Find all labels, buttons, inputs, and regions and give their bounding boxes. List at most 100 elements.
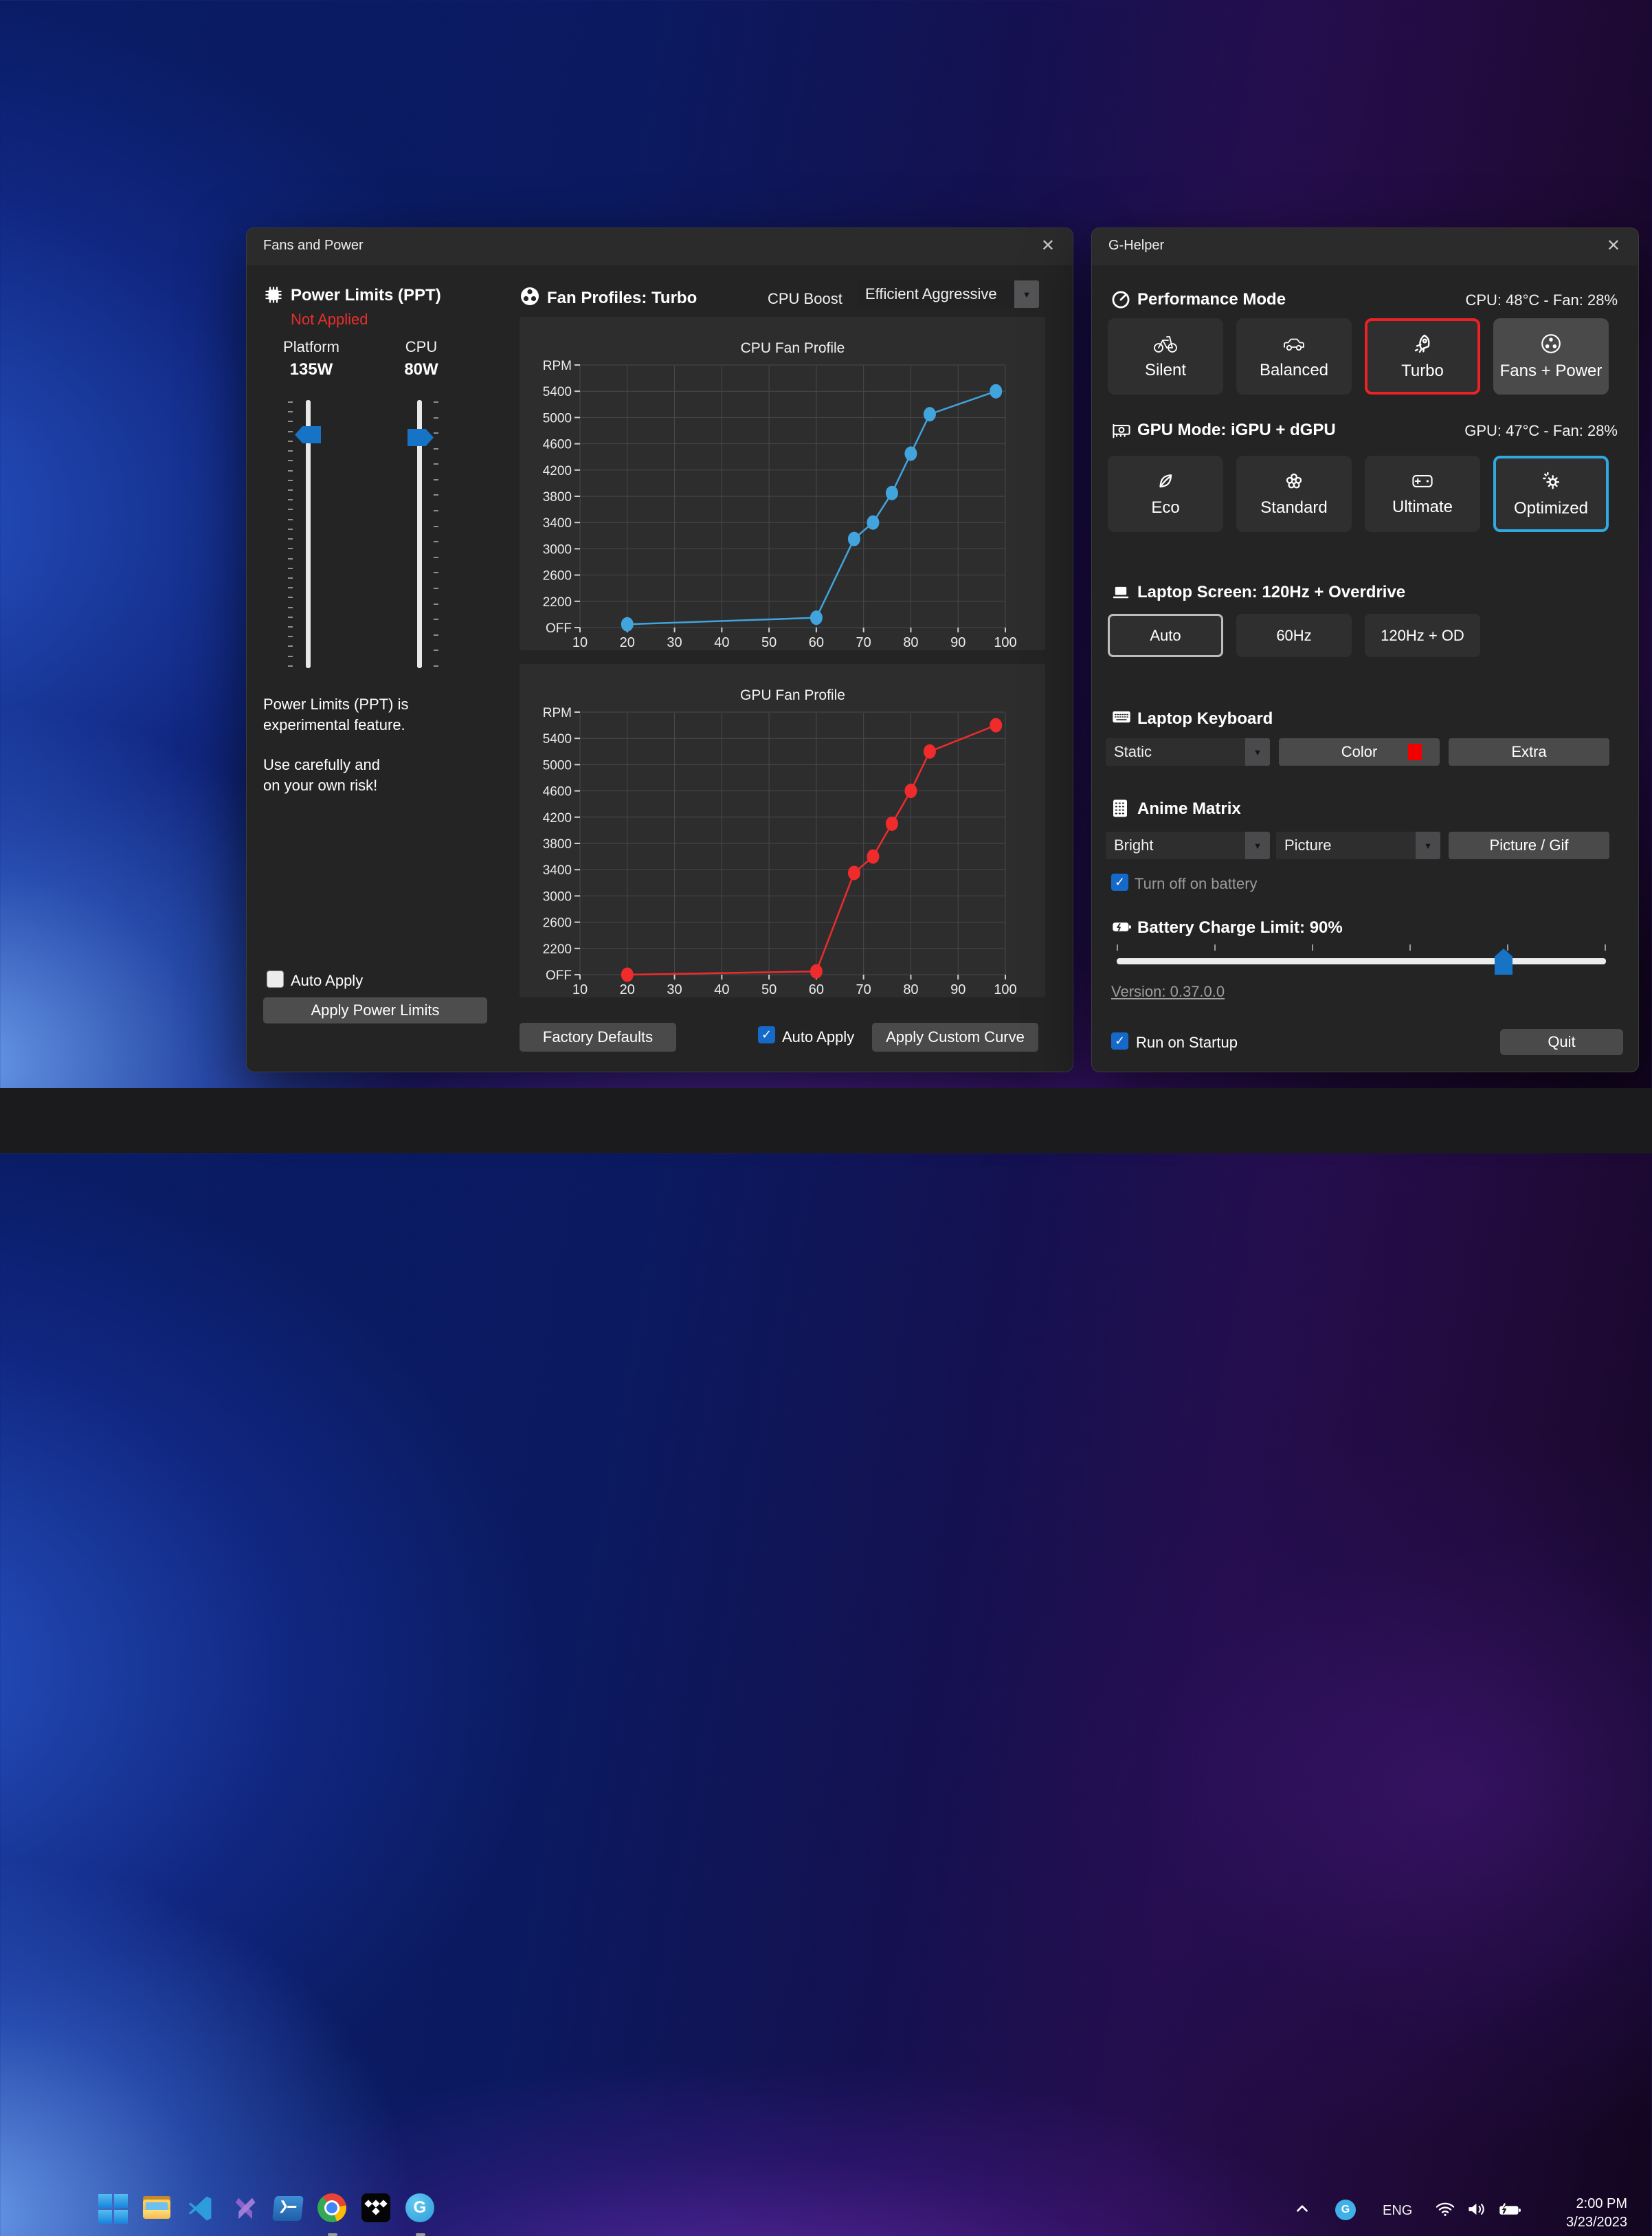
tray-g-helper-icon[interactable]: G: [1335, 2200, 1356, 2220]
gpu-fan-chart[interactable]: RPM540050004600420038003400300026002200O…: [520, 664, 1045, 997]
battery-slider-ticks: [1117, 944, 1606, 951]
svg-text:30: 30: [667, 982, 682, 997]
svg-text:40: 40: [714, 635, 729, 650]
keyboard-mode-select[interactable]: Static ▼: [1106, 738, 1270, 766]
svg-text:CPU Fan Profile: CPU Fan Profile: [741, 340, 845, 356]
cpu-fan-chart-panel[interactable]: RPM540050004600420038003400300026002200O…: [520, 317, 1045, 650]
svg-text:100: 100: [994, 635, 1016, 650]
tidal-icon[interactable]: [361, 2193, 392, 2224]
tray-date: 3/23/2023: [1566, 2213, 1627, 2232]
cpu-boost-select[interactable]: Efficient Aggressive ▼: [857, 280, 1039, 308]
svg-text:2600: 2600: [543, 916, 572, 931]
leaf-icon: [1155, 471, 1176, 491]
svg-text:40: 40: [714, 982, 729, 997]
fans-and-power-window: Fans and Power ✕ Power Limits (PPT) Not …: [246, 228, 1073, 1072]
cpu-boost-value: Efficient Aggressive: [857, 280, 1014, 308]
close-icon[interactable]: ✕: [1041, 236, 1055, 256]
perf-mode-balanced-button[interactable]: Balanced: [1236, 318, 1352, 395]
file-explorer-icon[interactable]: [142, 2193, 172, 2224]
run-on-startup-checkbox[interactable]: ✓: [1111, 1032, 1128, 1050]
screen-120hz-od-button[interactable]: 120Hz + OD: [1365, 614, 1480, 657]
svg-text:80: 80: [903, 982, 918, 997]
battery-slider-track[interactable]: [1117, 958, 1606, 964]
gpu-mode-eco-button[interactable]: Eco: [1108, 456, 1223, 532]
fans-window-titlebar[interactable]: Fans and Power ✕: [247, 228, 1073, 265]
svg-text:4600: 4600: [543, 438, 572, 452]
svg-text:2200: 2200: [543, 942, 572, 957]
cpu-temp-fan-stat: CPU: 48°C - Fan: 28%: [1465, 291, 1618, 309]
quit-button[interactable]: Quit: [1500, 1029, 1623, 1055]
anime-mode-select[interactable]: Picture ▼: [1276, 832, 1440, 859]
auto-apply-power-checkbox[interactable]: [267, 971, 284, 988]
cpu-value: 80W: [380, 360, 462, 379]
speaker-icon[interactable]: [1466, 2200, 1487, 2218]
power-limits-status: Not Applied: [291, 311, 368, 329]
svg-text:30: 30: [667, 635, 682, 650]
gpu-temp-fan-stat: GPU: 47°C - Fan: 28%: [1464, 422, 1618, 440]
powershell-icon[interactable]: ❯: [274, 2193, 304, 2224]
car-icon: [1282, 333, 1306, 354]
vscode-icon[interactable]: [186, 2193, 216, 2224]
svg-text:20: 20: [620, 635, 635, 650]
laptop-keyboard-header: Laptop Keyboard: [1137, 709, 1273, 729]
g-helper-taskbar-icon[interactable]: G: [405, 2193, 436, 2224]
clock[interactable]: 2:00 PM 3/23/2023: [1566, 2195, 1627, 2232]
cpu-boost-label: CPU Boost: [768, 290, 842, 308]
svg-text:2200: 2200: [543, 595, 572, 610]
screen-60hz-button[interactable]: 60Hz: [1236, 614, 1352, 657]
perf-mode-silent-button[interactable]: Silent: [1108, 318, 1223, 395]
chevron-down-icon[interactable]: ▼: [1416, 832, 1440, 859]
svg-text:4600: 4600: [543, 785, 572, 799]
perf-mode-turbo-button[interactable]: Turbo: [1365, 318, 1480, 395]
gpu-mode-ultimate-button[interactable]: Ultimate: [1365, 456, 1480, 532]
wifi-icon[interactable]: [1435, 2200, 1455, 2218]
battery-icon: [1111, 918, 1132, 936]
anime-mode-value: Picture: [1276, 832, 1416, 859]
anime-brightness-select[interactable]: Bright ▼: [1106, 832, 1270, 859]
chevron-down-icon[interactable]: ▼: [1245, 738, 1270, 766]
apply-power-limits-button[interactable]: Apply Power Limits: [263, 997, 487, 1023]
keyboard-extra-button[interactable]: Extra: [1449, 738, 1609, 766]
chevron-down-icon[interactable]: ▼: [1245, 832, 1270, 859]
apply-custom-curve-button[interactable]: Apply Custom Curve: [872, 1023, 1038, 1052]
picture-gif-button[interactable]: Picture / Gif: [1449, 832, 1609, 859]
start-button[interactable]: [98, 2193, 128, 2224]
battery-tray-icon[interactable]: [1498, 2202, 1521, 2218]
screen-auto-button[interactable]: Auto: [1108, 614, 1223, 657]
gpu-mode-optimized-button[interactable]: Optimized: [1493, 456, 1609, 532]
chip-icon: [263, 285, 284, 305]
anime-brightness-value: Bright: [1106, 832, 1245, 859]
tray-chevron-up-icon[interactable]: [1295, 2202, 1310, 2215]
power-limits-header: Power Limits (PPT): [291, 286, 441, 305]
factory-defaults-button[interactable]: Factory Defaults: [520, 1023, 676, 1052]
fans-window-title: Fans and Power: [263, 238, 364, 254]
keyboard-color-button[interactable]: Color: [1279, 738, 1440, 766]
gpu-fan-chart-panel[interactable]: RPM540050004600420038003400300026002200O…: [520, 664, 1045, 997]
platform-label: Platform: [270, 338, 353, 356]
auto-apply-curve-label: Auto Apply: [782, 1028, 854, 1046]
visual-studio-icon[interactable]: [230, 2193, 260, 2224]
platform-slider-ticks: [288, 401, 293, 667]
battery-slider-thumb[interactable]: [1495, 949, 1513, 975]
gpu-mode-standard-button[interactable]: Standard: [1236, 456, 1352, 532]
version-link[interactable]: Version: 0.37.0.0: [1111, 983, 1225, 1001]
ghelper-titlebar[interactable]: G-Helper ✕: [1092, 228, 1638, 265]
svg-text:20: 20: [620, 982, 635, 997]
svg-text:100: 100: [994, 982, 1016, 997]
cpu-slider-thumb[interactable]: [408, 429, 434, 446]
fan-profiles-header: Fan Profiles: Turbo: [547, 289, 697, 308]
taskbar: ❯ G G ENG: [0, 1088, 1652, 1153]
turn-off-on-battery-checkbox[interactable]: ✓: [1111, 874, 1128, 891]
perf-mode-fans-power-button[interactable]: Fans + Power: [1493, 318, 1609, 395]
auto-apply-curve-checkbox[interactable]: ✓: [758, 1026, 775, 1043]
cpu-fan-chart[interactable]: RPM540050004600420038003400300026002200O…: [520, 317, 1045, 650]
close-icon[interactable]: ✕: [1607, 236, 1620, 256]
chrome-icon[interactable]: [317, 2193, 348, 2224]
fan-icon: [520, 286, 540, 307]
chevron-down-icon[interactable]: ▼: [1014, 280, 1039, 308]
platform-slider-thumb[interactable]: [295, 426, 321, 443]
svg-text:RPM: RPM: [543, 359, 572, 373]
svg-text:OFF: OFF: [546, 968, 572, 983]
svg-text:10: 10: [572, 982, 588, 997]
language-indicator[interactable]: ENG: [1383, 2203, 1412, 2219]
